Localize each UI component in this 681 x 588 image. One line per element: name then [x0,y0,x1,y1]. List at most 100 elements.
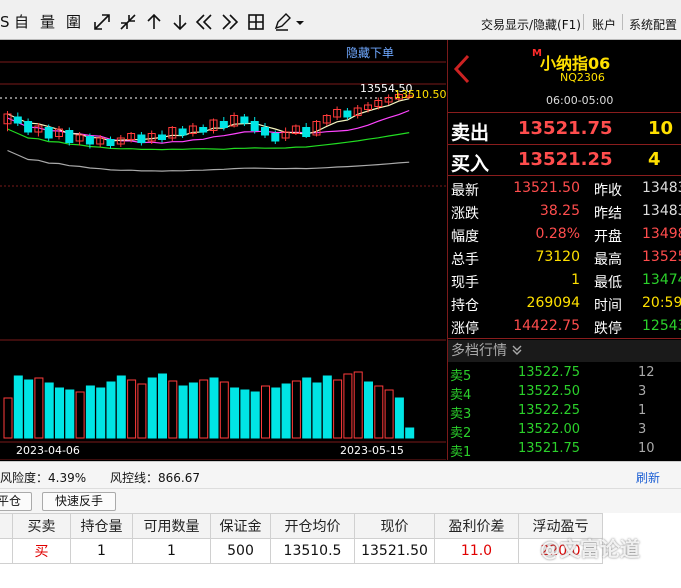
candle-body [343,110,352,118]
depth-price: 13522.50 [518,384,581,399]
account-menu[interactable]: 账户 [592,16,616,33]
candle-body [261,127,269,136]
toolbar-btn-volume[interactable]: 量 [40,12,55,32]
depth-label: 卖3 [450,407,472,422]
column-header[interactable]: 保证金 [210,513,271,539]
table-cell: 买 [12,538,71,564]
stat-value: 13498 [642,226,681,242]
column-header[interactable]: 现价 [354,513,435,539]
arrow-down-icon[interactable] [170,12,190,32]
stat-value: 12543 [642,318,681,334]
volume-bar [384,389,394,439]
column-header[interactable] [0,513,13,539]
candle-body [158,134,166,140]
volume-bar [85,385,95,439]
depth-row[interactable]: 卖4 13522.50 3 [448,384,681,403]
bid-price[interactable]: 13521.25 [518,149,613,170]
divider [448,338,681,339]
back-arrow-icon[interactable] [452,54,472,84]
column-header[interactable]: 可用数量 [132,513,211,539]
kline-chart[interactable]: 13554.50 13510.50 2023-04-06 2023-05-15 隐藏下… [0,40,446,460]
depth-row[interactable]: 卖1 13521.75 10 [448,441,681,460]
table-cell [0,538,13,564]
close-position-button[interactable]: 平仓 [0,492,32,511]
positions-body: 买 1 1 500 13510.5 13521.50 11.0 220.0 [0,538,603,564]
arrow-up-icon[interactable] [144,12,164,32]
volume-bar [13,375,23,439]
watermark: @文富论道 [540,537,640,561]
volume-bar [44,382,54,439]
ma60-line [7,149,410,172]
column-header[interactable]: 开仓均价 [270,513,355,539]
candle-body [199,127,208,133]
quote-panel: M 小纳指06 NQ2306 06:00-05:00 卖出 13521.75 1… [447,40,681,460]
divider [448,144,681,145]
volume-bar [230,387,240,439]
stat-label: 最新 [451,183,479,199]
stat-value: 13483 [642,203,681,219]
depth-row[interactable]: 卖5 13522.75 12 [448,365,681,384]
candle-body [13,116,22,124]
double-chevron-down-icon[interactable] [511,344,523,356]
toolbar-btn-self[interactable]: 自 [14,12,29,32]
stat-value: 38.25 [539,203,580,219]
toolbar-btn-s[interactable]: S [0,12,10,32]
volume-bar [168,380,178,439]
candle-body [106,139,115,146]
hide-order-link[interactable]: 隐藏下单 [346,44,394,61]
depth-header[interactable]: 多档行情 [448,340,681,362]
volume-bar [116,375,126,439]
positions-header: 买卖 持仓量 可用数量 保证金 开仓均价 现价 盈利价差 浮动盈亏 [0,513,603,539]
stat-label: 最低 [594,275,622,291]
depth-volume: 10 [638,441,655,456]
volume-bar [394,397,404,439]
settings-menu[interactable]: 系统配置 [629,16,677,33]
table-cell: 1 [132,538,211,564]
candle-body [65,130,74,143]
stat-label: 现手 [451,275,479,291]
column-header[interactable]: 买卖 [12,513,71,539]
depth-price: 13521.75 [518,441,581,456]
depth-volume: 3 [638,422,647,437]
column-header[interactable]: 盈利价差 [434,513,519,539]
depth-price: 13522.00 [518,422,581,437]
candle-body [178,128,187,136]
double-right-icon[interactable] [220,12,240,32]
volume-bar [240,389,250,439]
depth-volume: 12 [638,365,655,380]
stat-label: 开盘 [594,229,622,245]
depth-volume: 1 [638,403,647,418]
quick-reverse-button[interactable]: 快速反手 [42,492,116,511]
contract-code: NQ2306 [560,71,605,84]
stat-label: 最高 [594,252,622,268]
stat-value: 13483 [642,180,681,196]
toolbar-separator [583,14,584,30]
toggle-trade-panel[interactable]: 交易显示/隐藏(F1) [481,16,581,33]
candle-body [250,121,259,131]
toolbar: S 自 量 圍 交易显示/隐藏(F1) 账户 系统配置 [0,0,681,40]
volume-bar [271,387,281,439]
dropdown-caret-icon[interactable] [294,12,306,32]
table-row[interactable]: 买 1 1 500 13510.5 13521.50 11.0 220.0 [0,538,603,564]
pen-icon[interactable] [272,12,292,32]
volume-bar [55,387,64,439]
expand-icon[interactable] [92,12,112,32]
stat-label: 持仓 [451,298,479,314]
stat-value: 1 [571,272,580,288]
shrink-icon[interactable] [118,12,138,32]
candle-body [240,116,249,124]
volume-bar [96,387,106,439]
candle-body [219,121,228,128]
ask-price[interactable]: 13521.75 [518,118,613,139]
kline-svg: 13554.5013510.502023-04-06 2023-05-15 [0,61,446,460]
column-header[interactable]: 持仓量 [70,513,133,539]
grid-icon[interactable] [246,12,266,32]
volume-bar [291,380,301,439]
depth-label: 卖1 [450,445,472,460]
double-left-icon[interactable] [194,12,214,32]
toolbar-btn-circle[interactable]: 圍 [66,12,81,32]
depth-row[interactable]: 卖2 13522.00 3 [448,422,681,441]
candle-body [24,121,33,133]
refresh-button[interactable]: 刷新 [636,469,660,486]
depth-row[interactable]: 卖3 13522.25 1 [448,403,681,422]
